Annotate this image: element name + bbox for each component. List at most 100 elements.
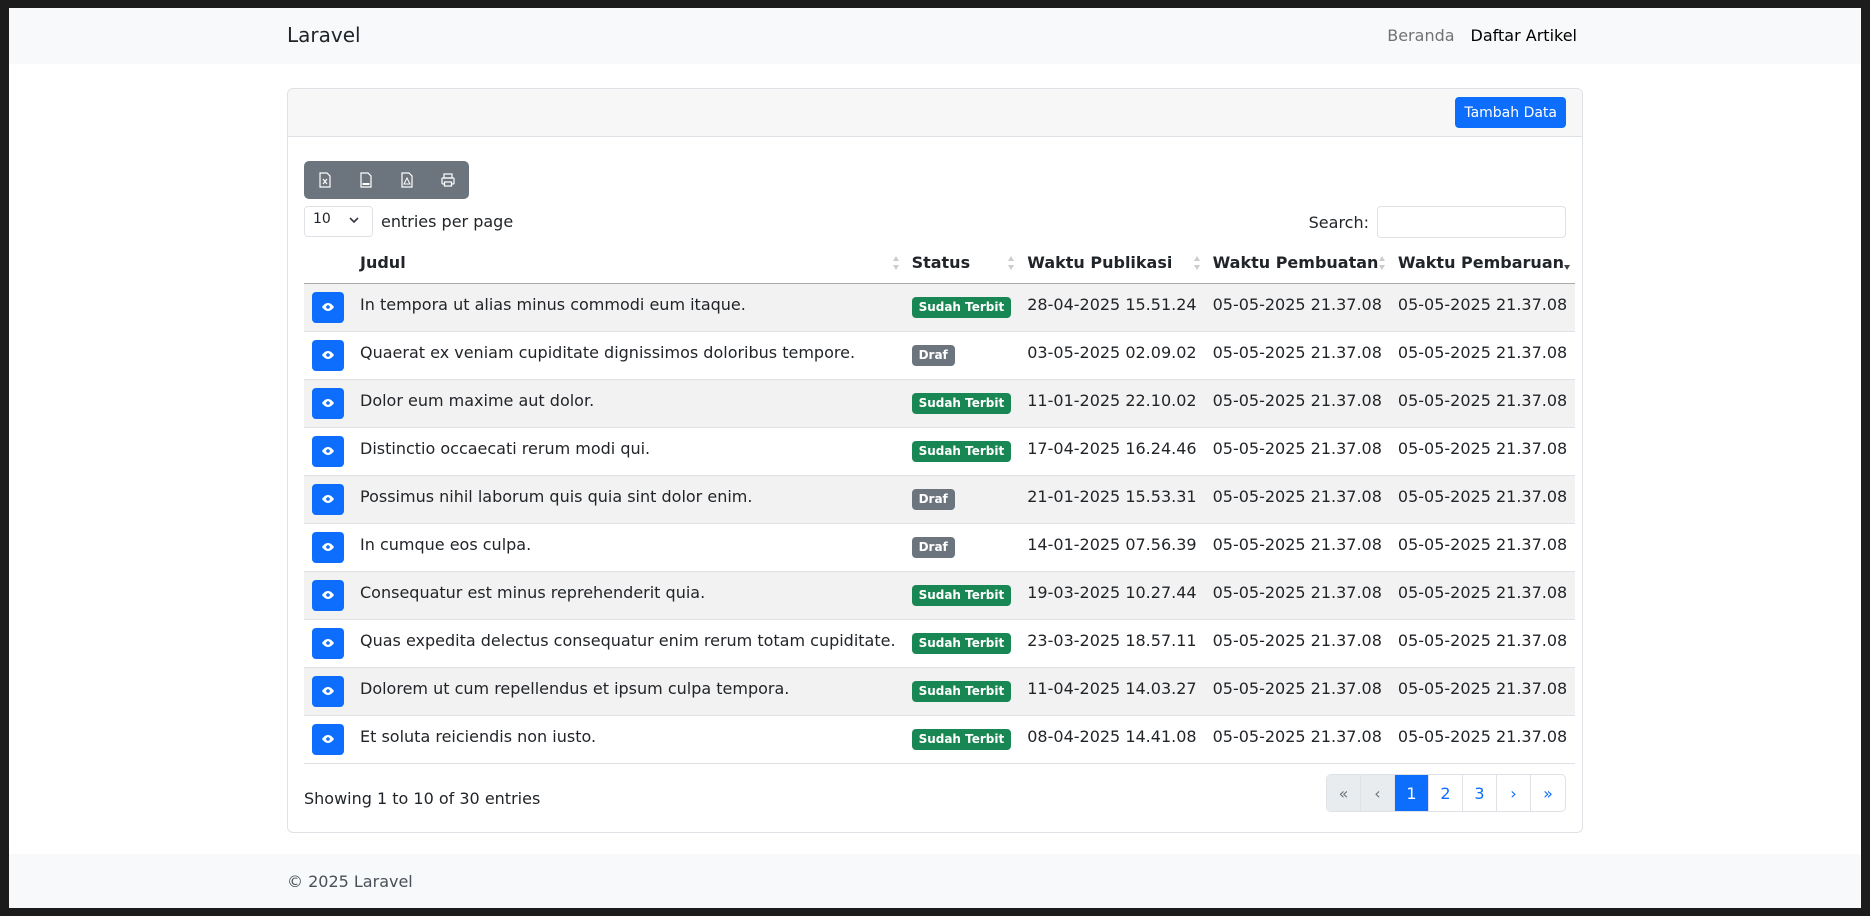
cell-status: Draf [903,475,1020,524]
table-row: Consequatur est minus reprehenderit quia… [304,571,1576,620]
search-label: Search: [1308,212,1369,232]
view-button[interactable] [312,339,344,371]
add-data-button[interactable]: Tambah Data [1455,97,1566,128]
eye-icon [322,735,334,743]
view-button[interactable] [312,579,344,611]
cell-waktu-publikasi: 03-05-2025 02.09.02 [1019,331,1205,380]
cell-waktu-pembaruan: 05-05-2025 21.37.08 [1389,715,1576,764]
row-action-cell [304,667,352,716]
cell-waktu-pembuatan: 05-05-2025 21.37.08 [1204,283,1390,332]
export-csv-button[interactable] [345,161,386,199]
cell-status: Sudah Terbit [903,427,1020,476]
cell-waktu-publikasi: 21-01-2025 15.53.31 [1019,475,1205,524]
export-pdf-button[interactable] [386,161,427,199]
sort-icon [1008,256,1015,270]
view-button[interactable] [312,483,344,515]
column-header-waktu-pembuatan[interactable]: Waktu Pembuatan [1204,242,1390,284]
cell-waktu-pembaruan: 05-05-2025 21.37.08 [1389,427,1576,476]
pdf-icon [400,172,413,188]
pager-last[interactable]: » [1531,775,1565,811]
excel-icon [318,172,331,188]
view-button[interactable] [312,675,344,707]
footer-copyright: © 2025 Laravel [287,872,413,891]
pager-page-3[interactable]: 3 [1463,775,1497,811]
cell-waktu-pembaruan: 05-05-2025 21.37.08 [1389,379,1576,428]
column-header-judul[interactable]: Judul [352,242,904,284]
row-action-cell [304,331,352,380]
eye-icon [322,543,334,551]
chevron-down-icon [349,217,359,224]
row-action-cell [304,619,352,668]
status-badge: Draf [911,537,955,558]
table-body: In tempora ut alias minus commodi eum it… [304,283,1576,764]
cell-judul: Distinctio occaecati rerum modi qui. [352,427,904,476]
view-button[interactable] [312,387,344,419]
cell-judul: In cumque eos culpa. [352,523,904,572]
eye-icon [322,351,334,359]
cell-waktu-publikasi: 19-03-2025 10.27.44 [1019,571,1205,620]
cell-waktu-pembaruan: 05-05-2025 21.37.08 [1389,523,1576,572]
cell-waktu-pembaruan: 05-05-2025 21.37.08 [1389,619,1576,668]
nav-links: Beranda Daftar Artikel [1387,26,1577,45]
nav-link-beranda[interactable]: Beranda [1387,26,1454,45]
export-excel-button[interactable] [304,161,345,199]
sort-icon [892,256,899,270]
view-button[interactable] [312,723,344,755]
table-row: In cumque eos culpa. Draf 14-01-2025 07.56… [304,523,1576,572]
pager-page-2[interactable]: 2 [1429,775,1463,811]
navbar: Laravel Beranda Daftar Artikel [9,8,1861,64]
cell-status: Sudah Terbit [903,379,1020,428]
cell-status: Sudah Terbit [903,571,1020,620]
cell-waktu-pembuatan: 05-05-2025 21.37.08 [1204,331,1390,380]
cell-waktu-pembuatan: 05-05-2025 21.37.08 [1204,715,1390,764]
pager-next[interactable]: › [1497,775,1531,811]
status-badge: Sudah Terbit [911,297,1012,318]
row-action-cell [304,283,352,332]
entries-select[interactable]: 10 [304,206,373,237]
sort-icon [1193,256,1200,270]
cell-status: Sudah Terbit [903,619,1020,668]
eye-icon [322,303,334,311]
column-header-waktu-pembaruan[interactable]: Waktu Pembaruan [1389,242,1576,284]
view-button[interactable] [312,291,344,323]
table-row: Possimus nihil laborum quis quia sint do… [304,475,1576,524]
status-badge: Sudah Terbit [911,393,1012,414]
cell-waktu-pembuatan: 05-05-2025 21.37.08 [1204,427,1390,476]
csv-icon [359,172,372,188]
cell-waktu-pembaruan: 05-05-2025 21.37.08 [1389,475,1576,524]
cell-status: Sudah Terbit [903,283,1020,332]
column-header-status[interactable]: Status [903,242,1020,284]
pager-previous[interactable]: ‹ [1361,775,1395,811]
cell-judul: Et soluta reiciendis non iusto. [352,715,904,764]
pager-first[interactable]: « [1327,775,1361,811]
pager-page-1[interactable]: 1 [1395,775,1429,811]
status-badge: Sudah Terbit [911,633,1012,654]
print-button[interactable] [427,161,468,199]
nav-link-daftar-artikel[interactable]: Daftar Artikel [1471,26,1577,45]
view-button[interactable] [312,531,344,563]
cell-waktu-publikasi: 08-04-2025 14.41.08 [1019,715,1205,764]
cell-waktu-pembaruan: 05-05-2025 21.37.08 [1389,331,1576,380]
articles-table: Judul Status Waktu Publikasi Waktu Pembu… [304,242,1576,764]
search-input[interactable] [1377,206,1566,238]
row-action-cell [304,715,352,764]
cell-judul: Quaerat ex veniam cupiditate dignissimos… [352,331,904,380]
cell-waktu-pembaruan: 05-05-2025 21.37.08 [1389,283,1576,332]
view-button[interactable] [312,627,344,659]
view-button[interactable] [312,435,344,467]
table-row: Quaerat ex veniam cupiditate dignissimos… [304,331,1576,380]
card-header: Tambah Data [288,89,1582,137]
table-info: Showing 1 to 10 of 30 entries [304,789,541,808]
cell-waktu-pembuatan: 05-05-2025 21.37.08 [1204,379,1390,428]
cell-status: Sudah Terbit [903,667,1020,716]
table-row: Distinctio occaecati rerum modi qui. Suda… [304,427,1576,476]
entries-label: entries per page [381,212,514,231]
cell-judul: In tempora ut alias minus commodi eum it… [352,283,904,332]
eye-icon [322,687,334,695]
status-badge: Sudah Terbit [911,585,1012,606]
cell-waktu-publikasi: 11-04-2025 14.03.27 [1019,667,1205,716]
cell-waktu-publikasi: 11-01-2025 22.10.02 [1019,379,1205,428]
navbar-brand[interactable]: Laravel [287,23,361,47]
column-header-waktu-publikasi[interactable]: Waktu Publikasi [1019,242,1205,284]
export-button-group [304,161,469,199]
